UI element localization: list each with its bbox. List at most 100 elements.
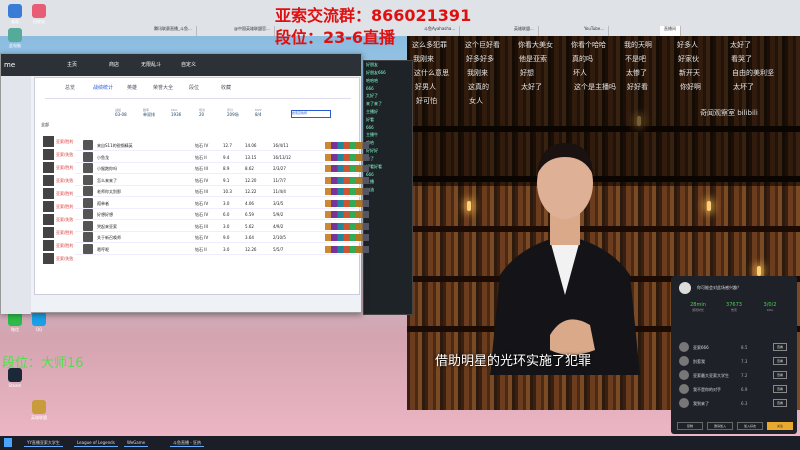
taskbar-item[interactable]: 斗鱼直播 - 狂热 bbox=[170, 439, 204, 447]
list-item[interactable]: 亚索/胜利 bbox=[43, 201, 105, 213]
table-cell: 9.1 bbox=[223, 177, 230, 183]
champion-icon bbox=[43, 201, 54, 212]
desktop-icon[interactable]: 回收站 bbox=[28, 4, 50, 25]
player-name: 我到来了 bbox=[693, 401, 709, 406]
lol-nav-aram[interactable]: 无限乱斗 bbox=[141, 61, 161, 68]
desktop-icon[interactable]: QQ bbox=[28, 312, 50, 332]
table-cell: 2/3/27 bbox=[273, 166, 286, 171]
table-cell: 11/4/4 bbox=[273, 189, 286, 194]
card-action-button[interactable]: 复制 bbox=[677, 422, 703, 430]
rank-overlay: 段位：23-6直播 bbox=[275, 28, 396, 47]
search-summoner[interactable]: 搜索召唤师 bbox=[291, 110, 331, 118]
danmaku-text: 女人 bbox=[469, 97, 483, 105]
start-menu-icon[interactable] bbox=[4, 438, 12, 447]
danmaku-text: 太好了 bbox=[730, 41, 751, 49]
item-build bbox=[325, 211, 369, 218]
danmaku-text: 这个是主播吗 bbox=[574, 83, 616, 91]
list-item[interactable]: 亚索/失败 bbox=[43, 214, 105, 226]
browser-tab[interactable]: 腾讯联赛直播_斗鱼... bbox=[150, 26, 197, 36]
history-label: 亚索/胜利 bbox=[56, 165, 74, 170]
table-row[interactable]: 关于新召唤师 钻石 IV 9.0 3.64 2/10/5 bbox=[75, 232, 369, 243]
danmaku-text: 好多人 bbox=[677, 41, 698, 49]
chat-panel[interactable]: 好朋友 好朋友666 哈哈哈 666 太好了 来了来了 主播好 好看 666 主播牛 哈哈 好好好 来了… bbox=[363, 60, 413, 315]
table-row[interactable]: 好想好想 钻石 IV 6.0 6.59 5/9/2 bbox=[75, 209, 369, 220]
list-item[interactable]: 亚索/胜利 bbox=[43, 227, 105, 239]
desktop-icon[interactable]: 桌面 bbox=[4, 4, 26, 25]
browser-tab[interactable]: 斗鱼Ayahasha... bbox=[420, 26, 461, 36]
player-score: 7.3 bbox=[741, 359, 748, 364]
table-row[interactable]: 哭起来亚索 钻石 III 3.0 5.62 4/9/2 bbox=[75, 220, 369, 232]
avatar bbox=[679, 282, 691, 294]
video-subtitle: 借助明星的光环实施了犯罪 bbox=[435, 354, 592, 369]
player-row: 我不是你的对手 6.9 查看 bbox=[679, 384, 791, 396]
list-item[interactable]: 亚索/失败 bbox=[43, 175, 105, 187]
list-item[interactable]: 亚索/胜利 bbox=[43, 136, 105, 148]
rank-overlay-secondary: 段位：大师16 bbox=[2, 356, 84, 371]
danmaku-text: 太好了 bbox=[521, 83, 542, 91]
table-row[interactable]: 来自S11的锐钢精英 钻石 IV 12.7 14.06 16/4/11 bbox=[75, 140, 369, 151]
table-row[interactable]: 小猴跑你吗 钻石 III 8.9 8.62 2/3/27 bbox=[75, 163, 369, 174]
list-item[interactable]: 亚索/失败 bbox=[43, 253, 105, 265]
browser-tab[interactable]: 英雄联盟... bbox=[510, 26, 539, 36]
table-row[interactable]: 老师你太别那 钻石 III 10.3 12.22 11/4/4 bbox=[75, 186, 369, 197]
list-item[interactable]: 亚索/失败 bbox=[43, 149, 105, 161]
browser-tab[interactable]: YouTube... bbox=[580, 26, 610, 36]
avatar bbox=[679, 356, 689, 366]
champion-icon bbox=[43, 227, 54, 238]
taskbar-item[interactable]: WeGame bbox=[124, 439, 149, 447]
view-button[interactable]: 查看 bbox=[773, 343, 787, 351]
table-row[interactable]: 嗯哼呢 钻石 II 3.0 12.26 5/5/7 bbox=[75, 243, 369, 255]
chat-message: 太好了 bbox=[366, 93, 378, 98]
avatar bbox=[679, 370, 689, 380]
list-item[interactable]: 亚索/胜利 bbox=[43, 162, 105, 174]
chat-message: 666 bbox=[366, 86, 374, 91]
view-button[interactable]: 查看 bbox=[773, 385, 787, 393]
taskbar-item[interactable]: YY直播亚索大学生 bbox=[24, 439, 63, 447]
filter-all[interactable]: 全部 bbox=[41, 122, 49, 128]
match-recommend-card: 你可能会对此场感兴趣？ 28min 游戏时长 37673 伤害 3/0/2 KDA 亚索6… bbox=[671, 276, 797, 434]
table-row[interactable]: 怎么来来了 钻石 IV 9.1 12.20 11/7/7 bbox=[75, 174, 369, 186]
card-action-button[interactable]: 关注 bbox=[767, 422, 793, 430]
tab-honors[interactable]: 荣誉大全 bbox=[153, 84, 173, 91]
desktop-icon[interactable]: Steam bbox=[4, 368, 26, 388]
match-table: 来自S11的锐钢精英 钻石 IV 12.7 14.06 16/4/11 小鱼龙 钻石 II 9… bbox=[75, 140, 369, 290]
chat-message: 好朋友666 bbox=[366, 70, 386, 75]
lol-nav-home[interactable]: 主页 bbox=[67, 61, 77, 68]
table-row[interactable]: 小鱼龙 钻石 II 9.4 13.15 16/13/12 bbox=[75, 151, 369, 163]
desktop-icon[interactable]: 微信 bbox=[4, 312, 26, 333]
browser-tab-active[interactable]: 直播间 bbox=[660, 26, 681, 36]
app-icon bbox=[32, 4, 46, 18]
history-label: 亚索/失败 bbox=[56, 256, 74, 261]
tab-match-history[interactable]: 战绩统计 bbox=[93, 84, 113, 91]
tab-overview[interactable]: 总览 bbox=[65, 84, 75, 91]
player-row: 亚索666 8.5 查看 bbox=[679, 342, 791, 354]
view-button[interactable]: 查看 bbox=[773, 357, 787, 365]
lol-nav-custom[interactable]: 自定义 bbox=[181, 61, 196, 68]
taskbar-item[interactable]: League of Legends bbox=[74, 439, 118, 447]
danmaku-text: 你看个哈哈 bbox=[571, 41, 606, 49]
card-action-button[interactable]: 加入好友 bbox=[737, 422, 763, 430]
view-button[interactable]: 查看 bbox=[773, 371, 787, 379]
table-cell: 5/9/2 bbox=[273, 212, 284, 217]
list-item[interactable]: 亚索/胜利 bbox=[43, 188, 105, 200]
desktop-icon[interactable]: 英雄联盟 bbox=[28, 400, 50, 421]
list-item[interactable]: 亚索/胜利 bbox=[43, 240, 105, 252]
view-button[interactable]: 查看 bbox=[773, 399, 787, 407]
stat-cell: 战绩 03-08 bbox=[115, 108, 141, 117]
history-label: 亚索/胜利 bbox=[56, 139, 74, 144]
table-row[interactable]: 孤单者 钻石 IV 3.0 4.06 3/3/5 bbox=[75, 197, 369, 209]
stat-value: 20 bbox=[199, 112, 205, 117]
table-cell: 5.62 bbox=[245, 223, 254, 229]
stat-cell: KDA 1936 bbox=[171, 108, 197, 117]
tab-champions[interactable]: 英雄 bbox=[127, 84, 137, 91]
desktop-icon[interactable]: 此电脑 bbox=[4, 28, 26, 49]
card-action-button[interactable]: 邀请加入 bbox=[707, 422, 733, 430]
tab-rank[interactable]: 段位 bbox=[189, 84, 199, 91]
table-cell: 8.62 bbox=[245, 166, 254, 171]
stat-cell: MVP 8/4 bbox=[255, 108, 281, 117]
lol-nav-shop[interactable]: 商店 bbox=[109, 61, 119, 68]
tab-collection[interactable]: 收藏 bbox=[221, 84, 231, 91]
table-cell: 13.15 bbox=[245, 154, 257, 160]
browser-tab[interactable]: @中国英雄联盟官... bbox=[230, 26, 275, 36]
table-cell: 钻石 IV bbox=[195, 143, 209, 148]
